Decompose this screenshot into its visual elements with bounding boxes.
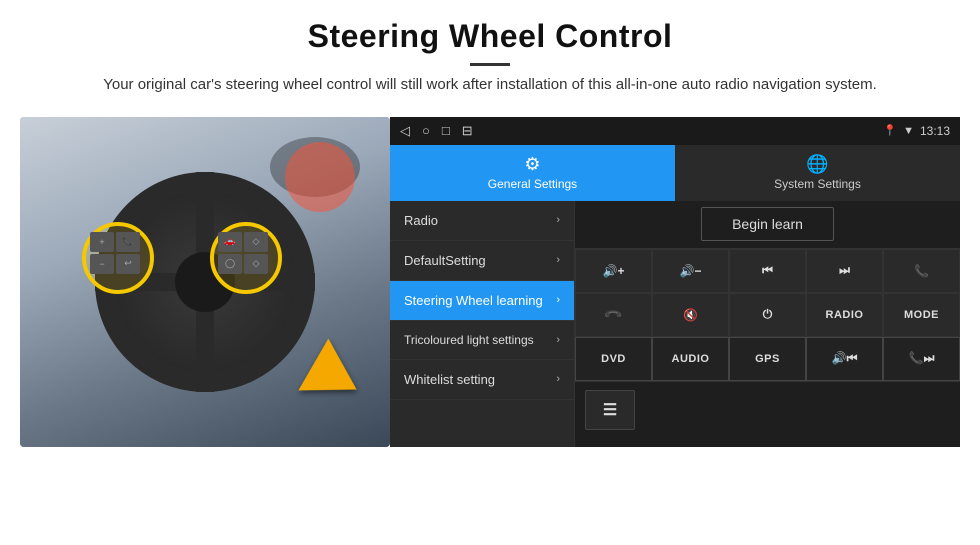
back-icon[interactable]: ◁ — [400, 123, 410, 139]
vol-down-icon: 🔊− — [680, 264, 702, 278]
btn-vol-up[interactable]: 🔊+ — [575, 249, 652, 293]
btn-call-end[interactable]: 📞 — [575, 293, 652, 337]
list-icon: ☰ — [603, 400, 617, 420]
status-bar-right: 📍 ▼ 13:13 — [883, 124, 950, 138]
btn-vol-prev[interactable]: 🔊⏮ — [806, 337, 883, 381]
menu-item-tricoloured[interactable]: Tricoloured light settings › — [390, 321, 574, 360]
steering-wheel-image: + 📞 − ↩ 🚗 ◇ ◯ ◇ — [20, 117, 390, 447]
btn-vol-down[interactable]: 🔊− — [652, 249, 729, 293]
audio-label: AUDIO — [672, 353, 710, 365]
menu-label-steering: Steering Wheel learning — [404, 293, 543, 308]
android-screen: ◁ ○ □ ⊟ 📍 ▼ 13:13 ⚙ General Settings 🌐 S… — [390, 117, 960, 447]
gps-label: GPS — [755, 353, 780, 365]
arrow-indicator — [310, 347, 360, 407]
chevron-right-icon: › — [556, 254, 560, 266]
mute-icon: 🔇 — [683, 308, 698, 322]
header-subtitle: Your original car's steering wheel contr… — [80, 74, 900, 97]
call-next-icon: 📞⏭ — [909, 351, 935, 366]
btn-radio[interactable]: RADIO — [806, 293, 883, 337]
menu-label-radio: Radio — [404, 213, 438, 228]
content-area: Radio › DefaultSetting › Steering Wheel … — [390, 201, 960, 447]
menu-item-radio[interactable]: Radio › — [390, 201, 574, 241]
main-content: + 📞 − ↩ 🚗 ◇ ◯ ◇ ◁ ○ □ ⊟ — [0, 107, 980, 457]
button-grid-row1: 🔊+ 🔊− ⏮ ⏭ 📞 — [575, 249, 960, 293]
button-grid-row2: 📞 🔇 ⏻ RADIO MODE — [575, 293, 960, 337]
btn-prev-track[interactable]: ⏮ — [729, 249, 806, 293]
time-display: 13:13 — [920, 124, 950, 138]
chevron-right-icon: › — [556, 373, 560, 385]
settings-gear-icon: ⚙ — [524, 154, 540, 175]
wifi-icon: ▼ — [903, 125, 914, 137]
tab-system-settings[interactable]: 🌐 System Settings — [675, 145, 960, 201]
prev-track-icon: ⏮ — [762, 263, 773, 278]
phone-answer-icon: 📞 — [914, 264, 929, 278]
menu-item-default-setting[interactable]: DefaultSetting › — [390, 241, 574, 281]
menu-label-default: DefaultSetting — [404, 253, 486, 268]
header-divider — [470, 63, 510, 66]
begin-learn-button[interactable]: Begin learn — [701, 207, 834, 241]
status-bar: ◁ ○ □ ⊟ 📍 ▼ 13:13 — [390, 117, 960, 145]
btn-audio[interactable]: AUDIO — [652, 337, 729, 381]
menu-icon[interactable]: ⊟ — [462, 123, 473, 139]
dvd-label: DVD — [601, 353, 626, 365]
location-icon: 📍 — [883, 124, 897, 137]
btn-next-track[interactable]: ⏭ — [806, 249, 883, 293]
btn-mute[interactable]: 🔇 — [652, 293, 729, 337]
phone-end-icon: 📞 — [603, 304, 623, 324]
whitelist-icon-row: ☰ — [575, 381, 960, 438]
chevron-right-icon: › — [556, 214, 560, 226]
right-panel: Begin learn 🔊+ 🔊− ⏮ ⏭ — [575, 201, 960, 447]
tab-general-settings[interactable]: ⚙ General Settings — [390, 145, 675, 201]
btn-mode[interactable]: MODE — [883, 293, 960, 337]
home-icon[interactable]: ○ — [422, 123, 430, 138]
tab-system-label: System Settings — [774, 177, 861, 191]
recents-icon[interactable]: □ — [442, 123, 450, 138]
btn-call-next[interactable]: 📞⏭ — [883, 337, 960, 381]
power-icon: ⏻ — [763, 307, 773, 322]
tab-general-label: General Settings — [488, 177, 577, 191]
radio-label: RADIO — [826, 309, 864, 321]
tab-bar: ⚙ General Settings 🌐 System Settings — [390, 145, 960, 201]
chevron-right-icon: › — [556, 294, 560, 306]
next-track-icon: ⏭ — [839, 263, 850, 278]
chevron-right-icon: › — [556, 334, 560, 346]
menu-list: Radio › DefaultSetting › Steering Wheel … — [390, 201, 575, 447]
menu-label-whitelist: Whitelist setting — [404, 372, 495, 387]
menu-label-tricoloured: Tricoloured light settings — [404, 333, 534, 347]
btn-dvd[interactable]: DVD — [575, 337, 652, 381]
page-title: Steering Wheel Control — [60, 18, 920, 55]
button-grid-row3: DVD AUDIO GPS 🔊⏮ 📞⏭ — [575, 337, 960, 381]
btn-call-answer[interactable]: 📞 — [883, 249, 960, 293]
btn-power[interactable]: ⏻ — [729, 293, 806, 337]
menu-item-steering-wheel[interactable]: Steering Wheel learning › — [390, 281, 574, 321]
begin-learn-row: Begin learn — [575, 201, 960, 249]
page-header: Steering Wheel Control Your original car… — [0, 0, 980, 107]
status-bar-left: ◁ ○ □ ⊟ — [400, 123, 473, 139]
btn-gps[interactable]: GPS — [729, 337, 806, 381]
menu-item-whitelist[interactable]: Whitelist setting › — [390, 360, 574, 400]
vol-up-icon: 🔊+ — [603, 264, 625, 278]
system-globe-icon: 🌐 — [806, 154, 828, 175]
whitelist-icon-btn[interactable]: ☰ — [585, 390, 635, 430]
mode-label: MODE — [904, 309, 939, 321]
vol-prev-icon: 🔊⏮ — [832, 351, 858, 366]
